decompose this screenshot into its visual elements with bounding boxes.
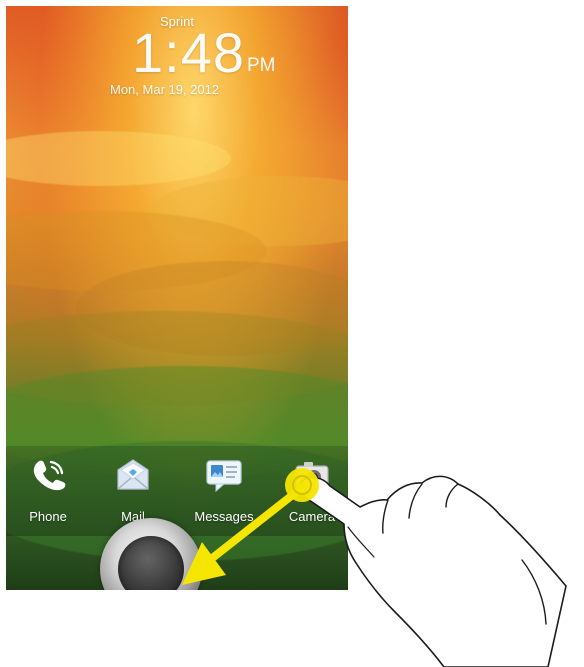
yellow-arrow-icon	[182, 482, 308, 585]
touch-circle-icon	[285, 468, 319, 502]
tutorial-image: Sprint 1:48 PM Mon, Mar 19, 2012 Phone M…	[0, 0, 584, 667]
gesture-overlay	[182, 468, 567, 667]
hand-icon	[299, 475, 567, 667]
